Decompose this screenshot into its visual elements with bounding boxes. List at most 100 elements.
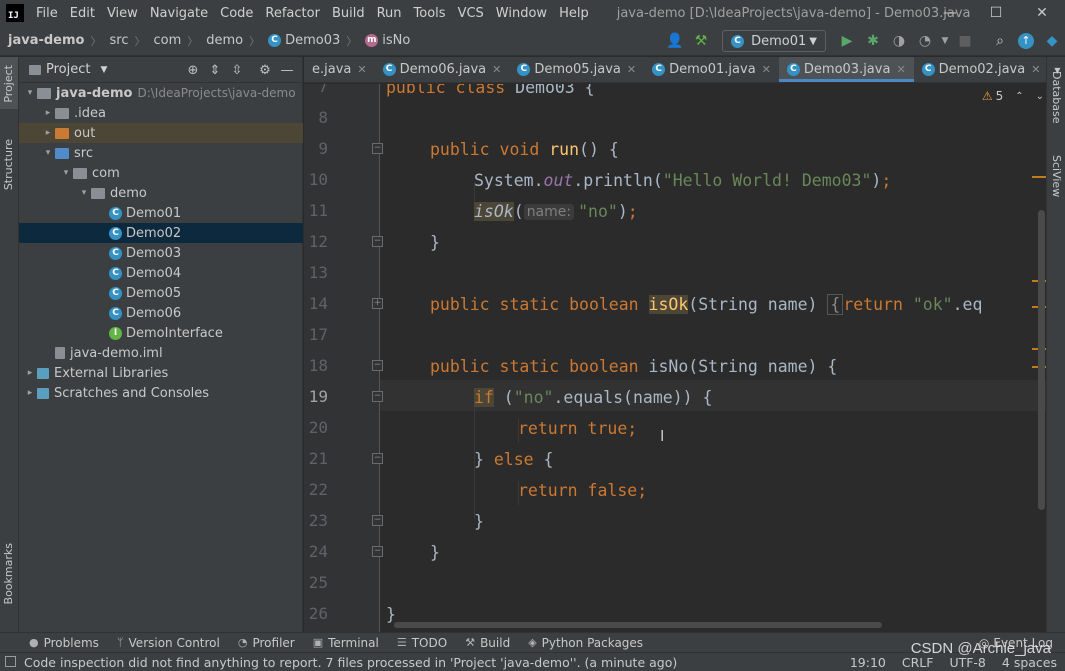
user-icon[interactable]: 👤 [663,29,687,53]
scroll-marker[interactable] [1032,176,1046,178]
run-icon[interactable]: ▶ [835,29,859,53]
menu-navigate[interactable]: Navigate [144,6,214,21]
breadcrumb-method[interactable]: m isNo [357,33,414,48]
sciview-tool-button[interactable]: SciView [1050,155,1063,197]
breadcrumb-src[interactable]: src [101,33,132,48]
build-tool-button[interactable]: ⚒ Build [456,636,519,650]
tree-row-demo[interactable]: ▾ demo [19,183,303,203]
fold-icon[interactable]: − [372,360,383,371]
breadcrumb-project[interactable]: java-demo [0,33,88,48]
bookmarks-tool-button[interactable]: Bookmarks [2,543,15,604]
menu-view[interactable]: View [101,6,144,21]
fold-icon[interactable]: − [372,546,383,557]
tree-row-demo02[interactable]: C Demo02 [19,223,303,243]
breadcrumb-class[interactable]: C Demo03 [260,33,344,48]
python-packages-tool-button[interactable]: ◈ Python Packages [519,636,652,650]
project-tool-button[interactable]: Project [2,65,15,103]
menu-vcs[interactable]: VCS [452,6,490,21]
chevron-right-icon[interactable]: ▸ [41,108,55,118]
tab-demo05[interactable]: C Demo05.java ✕ [509,57,644,82]
debug-icon[interactable]: ✱ [861,29,885,53]
fold-icon[interactable]: − [372,236,383,247]
horizontal-scrollbar[interactable] [394,622,882,628]
version-control-tool-button[interactable]: ᛘ Version Control [108,636,229,650]
tree-row-demo06[interactable]: C Demo06 [19,303,303,323]
indent-setting[interactable]: 4 spaces [1002,655,1057,670]
caret-position[interactable]: 19:10 [850,655,886,670]
menu-code[interactable]: Code [214,6,259,21]
chevron-up-icon[interactable]: ⌃ [1015,91,1023,102]
breadcrumb-com[interactable]: com [145,33,185,48]
project-view-selector[interactable]: Project [46,62,90,77]
tabs-dropdown-icon[interactable]: ▾ [1048,57,1065,82]
maximize-button[interactable]: ☐ [973,0,1019,26]
profiler-tool-button[interactable]: ◔ Profiler [229,636,304,650]
menu-help[interactable]: Help [553,6,595,21]
chevron-down-icon[interactable]: ▼ [100,65,107,75]
minimize-button[interactable]: — [927,0,973,26]
fold-expand-icon[interactable]: + [372,298,383,309]
inspection-widget[interactable]: ⚠ 5 ⌃ ⌄ [981,84,1044,108]
menu-window[interactable]: Window [490,6,553,21]
update-icon[interactable]: ↑ [1014,29,1038,53]
tree-row-java-demo-iml[interactable]: java-demo.iml [19,343,303,363]
vertical-scrollbar[interactable] [1038,210,1045,510]
close-icon[interactable]: ✕ [762,63,771,76]
menu-tools[interactable]: Tools [408,6,452,21]
search-icon[interactable]: ⌕ [988,29,1012,53]
tree-row-demo04[interactable]: C Demo04 [19,263,303,283]
chevron-down-icon[interactable]: ▾ [77,188,91,198]
chevron-down-icon[interactable]: ▾ [59,168,73,178]
terminal-tool-button[interactable]: ▣ Terminal [304,636,388,650]
menu-run[interactable]: Run [371,6,408,21]
fold-icon[interactable]: − [372,143,383,154]
tab-demo06[interactable]: C Demo06.java ✕ [375,57,510,82]
chevron-right-icon[interactable]: ▸ [23,368,37,378]
close-icon[interactable]: ✕ [1031,63,1040,76]
close-icon[interactable]: ✕ [357,63,366,76]
tree-row-scratches-and-consoles[interactable]: ▸ Scratches and Consoles [19,383,303,403]
hide-icon[interactable]: — [276,63,298,78]
fold-icon[interactable]: − [372,515,383,526]
chevron-down-icon[interactable]: ⌄ [1036,91,1044,102]
line-separator[interactable]: CRLF [902,655,934,670]
expand-arrow-icon[interactable]: ▾ [23,88,37,98]
todo-tool-button[interactable]: ☰ TODO [388,636,456,650]
status-message[interactable]: Code inspection did not find anything to… [24,655,677,670]
tree-row-src[interactable]: ▾ src [19,143,303,163]
chevron-right-icon[interactable]: ▸ [41,128,55,138]
hammer-build-icon[interactable]: ⚒ [689,29,713,53]
close-icon[interactable]: ✕ [492,63,501,76]
tab-demo03[interactable]: C Demo03.java ✕ [778,57,914,82]
tab-e-java[interactable]: e.java ✕ [304,57,375,82]
locate-icon[interactable]: ⊕ [182,63,204,78]
tab-demo02[interactable]: C Demo02.java ✕ [914,57,1049,82]
tree-row-demo05[interactable]: C Demo05 [19,283,303,303]
run-configuration-dropdown[interactable]: C Demo01 ▼ [722,30,826,52]
menu-build[interactable]: Build [326,6,371,21]
tree-row-demointerface[interactable]: I DemoInterface [19,323,303,343]
tree-row-root[interactable]: ▾ java-demo D:\IdeaProjects\java-demo [19,83,303,103]
gear-icon[interactable]: ⚙ [254,63,276,78]
tab-demo01[interactable]: C Demo01.java ✕ [644,57,779,82]
file-encoding[interactable]: UTF-8 [949,655,985,670]
breadcrumb-demo[interactable]: demo [198,33,247,48]
tree-row-external-libraries[interactable]: ▸ External Libraries [19,363,303,383]
chevron-right-icon[interactable]: ▸ [23,388,37,398]
fold-icon[interactable]: − [372,391,383,402]
structure-tool-button[interactable]: Structure [2,139,15,190]
stop-icon[interactable]: ■ [953,29,977,53]
fold-icon[interactable]: − [372,453,383,464]
code-editor[interactable]: 7 8 9 10 11 12 13 14 17 18 19 20 21 22 2… [304,84,1046,632]
coverage-icon[interactable]: ◑ [887,29,911,53]
chevron-down-icon[interactable]: ▾ [41,148,55,158]
expand-all-icon[interactable]: ⇕ [204,63,226,78]
close-button[interactable]: ✕ [1019,0,1065,26]
tree-row-out[interactable]: ▸ out [19,123,303,143]
chevron-down-icon[interactable]: ▼ [939,29,951,53]
tree-row--idea[interactable]: ▸ .idea [19,103,303,123]
profile-icon[interactable]: ◔ [913,29,937,53]
menu-file[interactable]: File [30,6,64,21]
tree-row-demo01[interactable]: C Demo01 [19,203,303,223]
collapse-all-icon[interactable]: ⇳ [226,63,248,78]
